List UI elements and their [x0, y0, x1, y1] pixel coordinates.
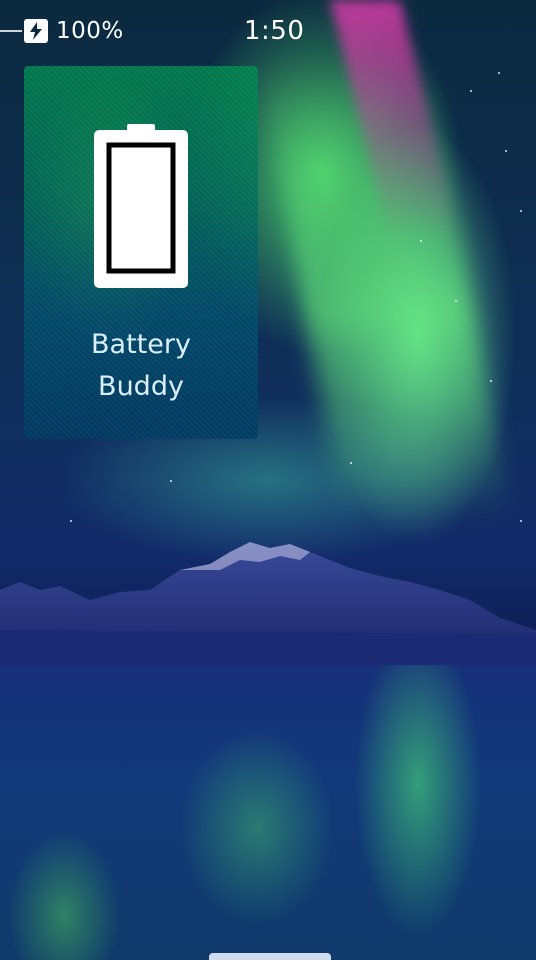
battery-icon [94, 124, 188, 288]
app-name-line-2: Buddy [98, 371, 184, 402]
status-divider [0, 30, 22, 32]
battery-percentage: 100% [56, 18, 124, 44]
home-pulley-indicator[interactable] [209, 953, 331, 960]
clock: 1:50 [244, 16, 305, 46]
app-cover-battery-buddy[interactable]: Battery Buddy [24, 66, 258, 439]
app-name-line-1: Battery [91, 329, 191, 360]
app-name: Battery Buddy [24, 324, 258, 408]
charging-bolt-icon [24, 19, 48, 43]
status-bar: 100% 1:50 [0, 0, 536, 62]
